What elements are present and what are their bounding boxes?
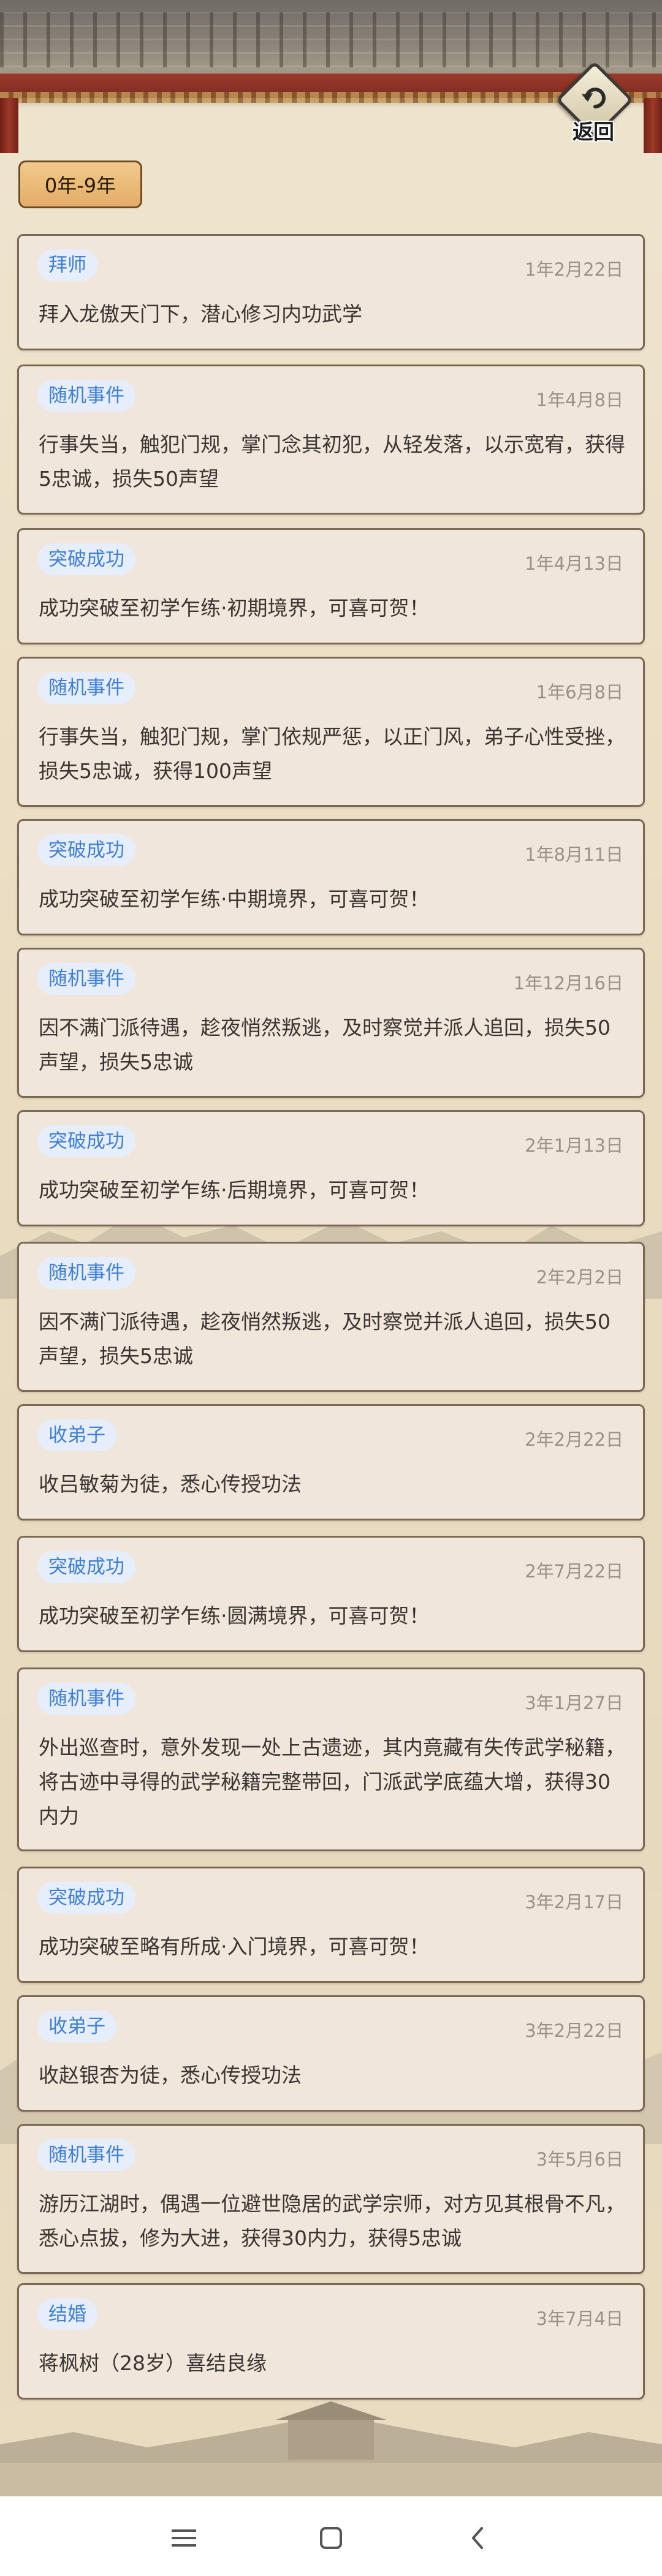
- event-description: 成功突破至初学乍练·后期境界，可喜可贺！: [39, 1178, 430, 1202]
- event-type-badge: 突破成功: [37, 1882, 135, 1914]
- event-type-badge: 突破成功: [37, 1551, 135, 1583]
- event-card: 突破成功 3年2月17日成功突破至略有所成·入门境界，可喜可贺！: [17, 1867, 645, 1983]
- event-type-badge: 随机事件: [37, 963, 135, 995]
- event-date: 3年7月4日: [536, 2308, 623, 2329]
- back-label: 返回: [573, 120, 614, 145]
- back-arrow-icon: [582, 88, 606, 108]
- event-card: 随机事件 1年6月8日行事失当，触犯门规，掌门依规严惩，以正门风，弟子心性受挫，损…: [17, 657, 645, 807]
- event-date: 1年8月11日: [525, 844, 623, 865]
- header-banner: 返回: [0, 0, 662, 153]
- event-card: 拜师 1年2月22日拜入龙傲天门下，潜心修习内功武学: [17, 234, 645, 350]
- event-type-badge: 随机事件: [37, 1683, 135, 1715]
- roof-tiles: [0, 12, 662, 67]
- back-nav-icon[interactable]: [460, 2520, 496, 2556]
- event-description: 行事失当，触犯门规，掌门依规严惩，以正门风，弟子心性受挫，损失5忠诚，获得100…: [39, 725, 625, 783]
- event-type-badge: 收弟子: [37, 2011, 116, 2042]
- event-date: 3年5月6日: [536, 2149, 623, 2170]
- event-card: 突破成功 2年1月13日成功突破至初学乍练·后期境界，可喜可贺！: [17, 1110, 645, 1226]
- event-type-badge: 收弟子: [37, 1419, 116, 1451]
- event-description: 因不满门派待遇，趁夜悄然叛逃，及时察觉并派人追回，损失50声望，损失5忠诚: [39, 1016, 611, 1074]
- menu-icon[interactable]: [166, 2520, 202, 2556]
- event-date: 2年1月13日: [525, 1135, 623, 1156]
- event-type-badge: 随机事件: [37, 2139, 135, 2171]
- event-card: 结婚 3年7月4日蒋枫树（28岁）喜结良缘: [17, 2283, 645, 2400]
- event-card: 收弟子 2年2月22日收吕敏菊为徒，悉心传授功法: [17, 1404, 645, 1520]
- event-date: 2年7月22日: [525, 1561, 623, 1582]
- event-description: 游历江湖时，偶遇一位避世隐居的武学宗师，对方见其根骨不凡，悉心点拔，修为大进，获…: [39, 2192, 625, 2250]
- system-nav-bar: [0, 2496, 662, 2576]
- event-type-badge: 突破成功: [37, 1125, 135, 1157]
- event-description: 拜入龙傲天门下，潜心修习内功武学: [39, 302, 362, 326]
- pillar-left: [0, 98, 18, 153]
- back-button[interactable]: 返回: [555, 61, 634, 147]
- event-card: 随机事件 1年12月16日因不满门派待遇，趁夜悄然叛逃，及时察觉并派人追回，损失5…: [17, 948, 645, 1098]
- event-description: 成功突破至初学乍练·圆满境界，可喜可贺！: [39, 1604, 430, 1628]
- event-date: 1年12月16日: [513, 973, 623, 994]
- event-card: 收弟子 3年2月22日收赵银杏为徒，悉心传授功法: [17, 1995, 645, 2112]
- event-type-badge: 随机事件: [37, 672, 135, 704]
- event-description: 成功突破至初学乍练·中期境界，可喜可贺！: [39, 887, 430, 911]
- event-date: 1年2月22日: [525, 259, 623, 280]
- event-date: 3年2月17日: [525, 1892, 623, 1913]
- event-date: 1年6月8日: [536, 682, 623, 703]
- period-tab[interactable]: 0年-9年: [18, 161, 142, 208]
- event-date: 1年4月13日: [525, 553, 623, 574]
- event-card: 随机事件 3年5月6日游历江湖时，偶遇一位避世隐居的武学宗师，对方见其根骨不凡，悉…: [17, 2124, 645, 2274]
- event-type-badge: 突破成功: [37, 834, 135, 866]
- event-type-badge: 随机事件: [37, 1257, 135, 1289]
- event-description: 收赵银杏为徒，悉心传授功法: [39, 2063, 302, 2087]
- event-description: 蒋枫树（28岁）喜结良缘: [39, 2351, 267, 2375]
- event-card: 突破成功 1年8月11日成功突破至初学乍练·中期境界，可喜可贺！: [17, 819, 645, 935]
- event-description: 成功突破至略有所成·入门境界，可喜可贺！: [39, 1935, 430, 1958]
- event-type-badge: 拜师: [37, 249, 97, 281]
- event-description: 成功突破至初学乍练·初期境界，可喜可贺！: [39, 596, 430, 620]
- pillar-right: [644, 98, 662, 153]
- event-date: 3年2月22日: [525, 2020, 623, 2041]
- event-description: 因不满门派待遇，趁夜悄然叛逃，及时察觉并派人追回，损失50声望，损失5忠诚: [39, 1310, 611, 1368]
- home-icon[interactable]: [313, 2520, 349, 2556]
- event-card: 突破成功 1年4月13日成功突破至初学乍练·初期境界，可喜可贺！: [17, 528, 645, 644]
- event-description: 外出巡查时，意外发现一处上古遗迹，其内竟藏有失传武学秘籍，将古迹中寻得的武学秘籍…: [39, 1736, 625, 1828]
- event-card: 随机事件 2年2月2日因不满门派待遇，趁夜悄然叛逃，及时察觉并派人追回，损失50声…: [17, 1242, 645, 1392]
- courtyard-illustration: [0, 2401, 662, 2496]
- event-card: 随机事件 3年1月27日外出巡查时，意外发现一处上古遗迹，其内竟藏有失传武学秘籍，…: [17, 1668, 645, 1851]
- event-type-badge: 结婚: [37, 2298, 97, 2330]
- event-type-badge: 随机事件: [37, 380, 135, 412]
- event-type-badge: 突破成功: [37, 543, 135, 575]
- event-card: 突破成功 2年7月22日成功突破至初学乍练·圆满境界，可喜可贺！: [17, 1536, 645, 1652]
- event-description: 收吕敏菊为徒，悉心传授功法: [39, 1472, 302, 1496]
- event-card: 随机事件 1年4月8日行事失当，触犯门规，掌门念其初犯，从轻发落，以示宽宥，获得5…: [17, 364, 645, 515]
- event-date: 2年2月22日: [525, 1429, 623, 1450]
- event-date: 2年2月2日: [536, 1267, 623, 1288]
- event-description: 行事失当，触犯门规，掌门念其初犯，从轻发落，以示宽宥，获得5忠诚，损失50声望: [39, 432, 625, 491]
- event-date: 1年4月8日: [536, 390, 623, 410]
- event-date: 3年1月27日: [525, 1693, 623, 1713]
